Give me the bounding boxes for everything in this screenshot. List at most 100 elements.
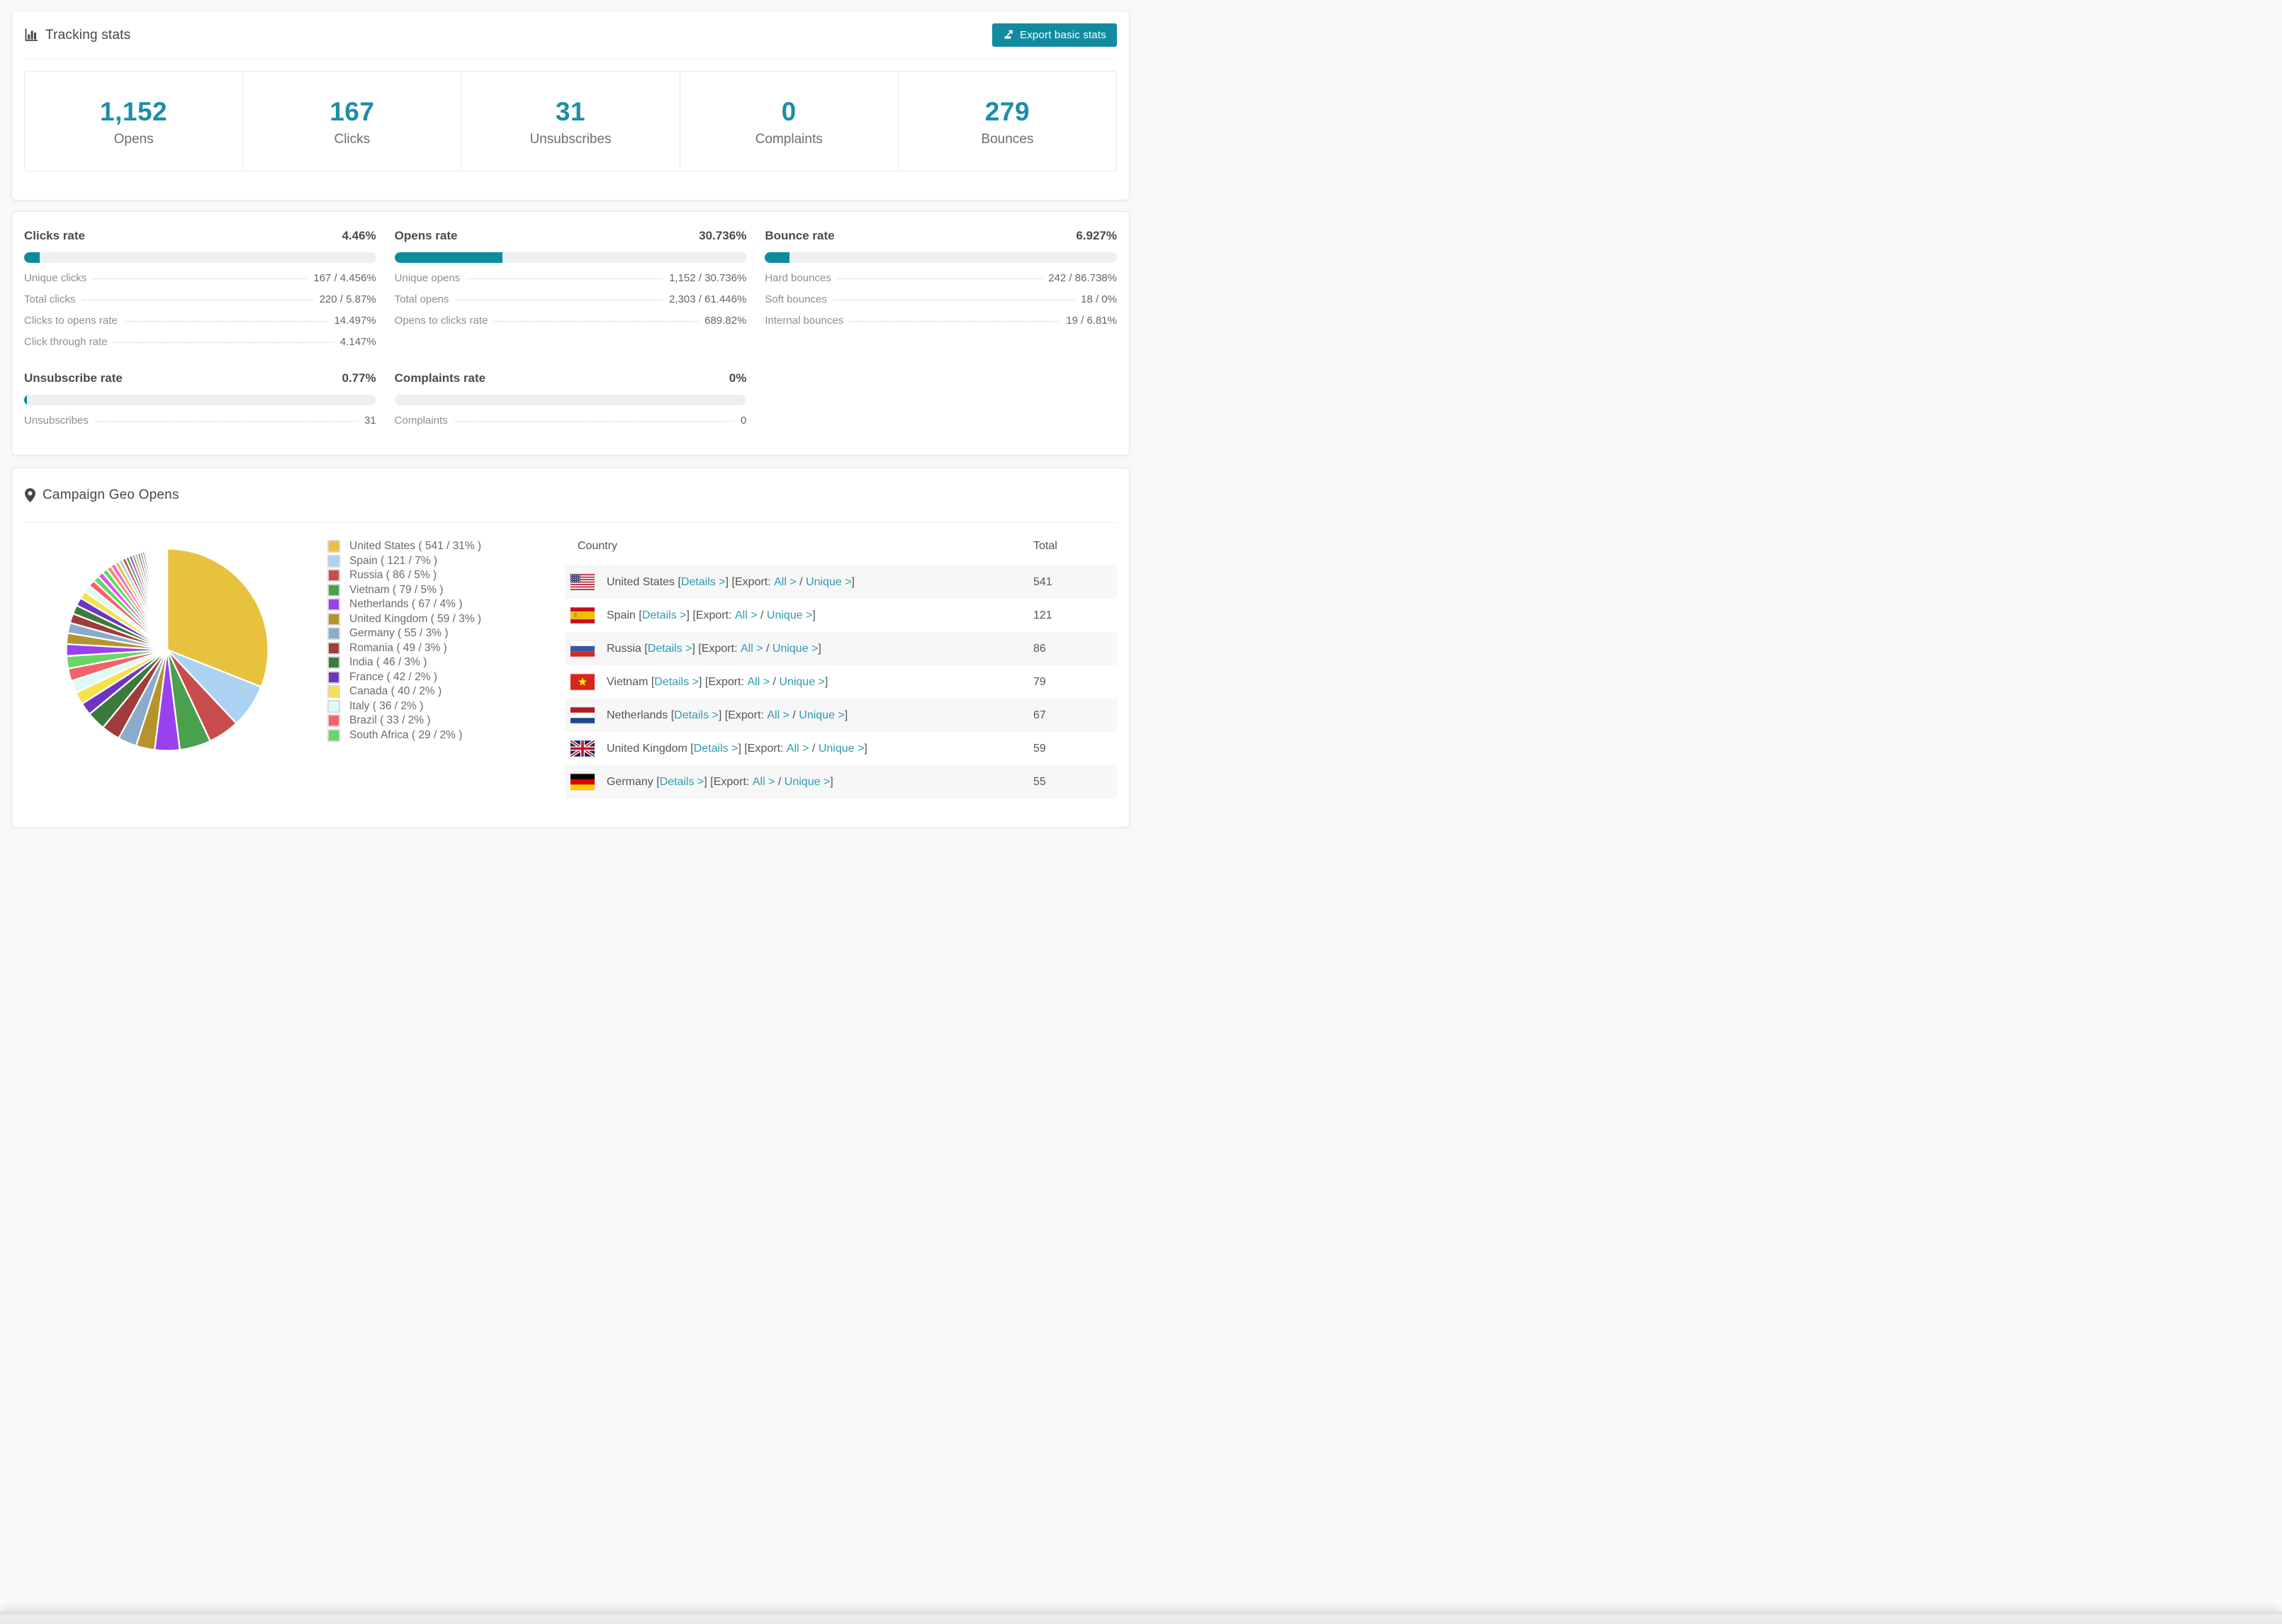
export-all-link[interactable]: All > (741, 643, 763, 655)
legend-swatch (327, 569, 340, 582)
legend-item-france: France ( 42 / 2% ) (327, 670, 556, 685)
rate-section-bounce-rate: Bounce rate 6.927% Hard bounces 242 / 86.73… (765, 229, 1117, 348)
stat-label: Clicks (334, 132, 371, 147)
country-flag-nl-icon (570, 707, 595, 723)
bracket: ] (824, 675, 828, 688)
country-cell: Netherlands [Details >] [Export: All > /… (565, 699, 1033, 732)
export-all-link[interactable]: All > (767, 709, 789, 722)
export-icon (1003, 28, 1014, 43)
stat-row-value: 167 / 4.456% (313, 272, 376, 284)
stat-value: 31 (555, 97, 586, 126)
export-all-link[interactable]: All > (787, 743, 809, 755)
table-row-russia: Russia [Details >] [Export: All > / Uniq… (565, 632, 1117, 665)
legend-label: Netherlands ( 67 / 4% ) (349, 598, 463, 611)
export-unique-link[interactable]: Unique > (819, 743, 865, 755)
stat-row-label: Soft bounces (765, 293, 827, 305)
country-name: United Kingdom (607, 742, 687, 755)
details-link[interactable]: Details > (648, 643, 692, 655)
stat-box-opens: 1,152 Opens (25, 72, 244, 171)
rate-title: Bounce rate (765, 229, 835, 242)
legend-label: United Kingdom ( 59 / 3% ) (349, 612, 482, 625)
export-all-link[interactable]: All > (774, 576, 797, 589)
slash: / (757, 609, 767, 621)
total-cell: 121 (1033, 609, 1052, 621)
bottom-fade-overlay (0, 1590, 2282, 1612)
export-all-link[interactable]: All > (735, 609, 758, 622)
tracking-stats-page: Tracking stats Export basic stats 1,152 O… (0, 11, 1141, 828)
details-link[interactable]: Details > (660, 776, 704, 789)
export-all-link[interactable]: All > (747, 676, 770, 689)
country-cell: Russia [Details >] [Export: All > / Uniq… (565, 632, 1033, 665)
slash: / (763, 642, 772, 655)
geo-opens-header: Campaign Geo Opens (24, 468, 1117, 523)
rates-grid: Clicks rate 4.46% Unique clicks 167 / 4.456… (12, 212, 1129, 455)
export-all-link[interactable]: All > (753, 776, 775, 789)
rate-stat-row: Opens to clicks rate 689.82% (395, 315, 747, 327)
legend-swatch (327, 598, 340, 611)
dotted-leader (94, 421, 358, 422)
slash: / (770, 675, 780, 688)
legend-swatch (327, 583, 340, 597)
legend-item-united-kingdom: United Kingdom ( 59 / 3% ) (327, 612, 556, 627)
export-unique-link[interactable]: Unique > (799, 709, 845, 722)
details-link[interactable]: Details > (642, 609, 687, 622)
total-cell: 59 (1033, 742, 1046, 755)
export-unique-link[interactable]: Unique > (779, 676, 825, 689)
export-unique-link[interactable]: Unique > (785, 776, 831, 789)
page-title: Tracking stats (45, 27, 131, 43)
legend-label: Russia ( 86 / 5% ) (349, 569, 437, 582)
legend-item-united-states: United States ( 541 / 31% ) (327, 539, 556, 554)
rate-title: Unsubscribe rate (24, 371, 123, 385)
export-basic-stats-button[interactable]: Export basic stats (992, 23, 1117, 47)
country-cell-content: United States [Details >] [Export: All >… (565, 574, 1033, 590)
bracket: ] (818, 642, 821, 655)
details-link[interactable]: Details > (654, 676, 699, 689)
rate-stat-row: Hard bounces 242 / 86.738% (765, 272, 1117, 284)
rate-section-complaints-rate: Complaints rate 0% Complaints 0 (394, 371, 747, 427)
stat-row-value: 242 / 86.738% (1048, 272, 1117, 284)
legend-swatch (327, 685, 340, 699)
rate-stat-rows: Unique opens 1,152 / 30.736% Total opens 2,… (395, 272, 747, 327)
card-title: Campaign Geo Opens (24, 487, 179, 503)
rate-stat-row: Internal bounces 19 / 6.81% (765, 315, 1117, 327)
rate-value: 4.46% (342, 229, 376, 242)
rate-stat-row: Unique opens 1,152 / 30.736% (395, 272, 747, 284)
rate-header: Opens rate 30.736% (395, 229, 747, 243)
country-column-header: Country (578, 540, 618, 552)
geo-opens-pie-chart[interactable] (60, 542, 275, 757)
legend-swatch (327, 714, 340, 728)
rate-value: 30.736% (699, 229, 747, 242)
bracket: ] [Export: (699, 675, 748, 688)
rate-stat-row: Click through rate 4.147% (24, 336, 376, 348)
export-unique-link[interactable]: Unique > (767, 609, 813, 622)
stat-row-label: Total opens (394, 293, 449, 305)
details-link[interactable]: Details > (674, 709, 719, 722)
map-pin-icon (24, 487, 36, 503)
bracket: ] [Export: (704, 775, 753, 788)
legend-swatch (327, 627, 340, 641)
country-cell-content: United Kingdom [Details >] [Export: All … (565, 740, 1033, 757)
total-cell: 67 (1033, 709, 1046, 721)
country-cell: Vietnam [Details >] [Export: All > / Uni… (565, 665, 1033, 699)
rate-progress-bar (765, 252, 1117, 263)
stat-row-label: Unsubscribes (24, 415, 89, 427)
legend-item-romania: Romania ( 49 / 3% ) (327, 641, 556, 656)
stat-row-label: Clicks to opens rate (24, 315, 118, 327)
bracket: [ (653, 775, 660, 788)
stat-row-value: 220 / 5.87% (319, 293, 376, 305)
stat-row-value: 0 (740, 415, 747, 427)
country-cell: United Kingdom [Details >] [Export: All … (565, 732, 1033, 765)
bar-chart-icon (24, 28, 39, 43)
details-link[interactable]: Details > (681, 576, 726, 589)
geo-opens-table: Country Total United States [Details >] … (565, 523, 1117, 799)
export-unique-link[interactable]: Unique > (772, 643, 819, 655)
stat-label: Opens (113, 132, 154, 147)
country-cell-content: Russia [Details >] [Export: All > / Uniq… (565, 641, 1033, 657)
country-cell: United States [Details >] [Export: All >… (565, 565, 1033, 599)
export-unique-link[interactable]: Unique > (806, 576, 852, 589)
details-link[interactable]: Details > (694, 743, 738, 755)
total-cell: 79 (1033, 675, 1046, 688)
slash: / (796, 575, 806, 588)
rate-stat-row: Total clicks 220 / 5.87% (24, 293, 376, 305)
geo-opens-body: United States ( 541 / 31% ) Spain ( 121 /… (12, 523, 1129, 827)
